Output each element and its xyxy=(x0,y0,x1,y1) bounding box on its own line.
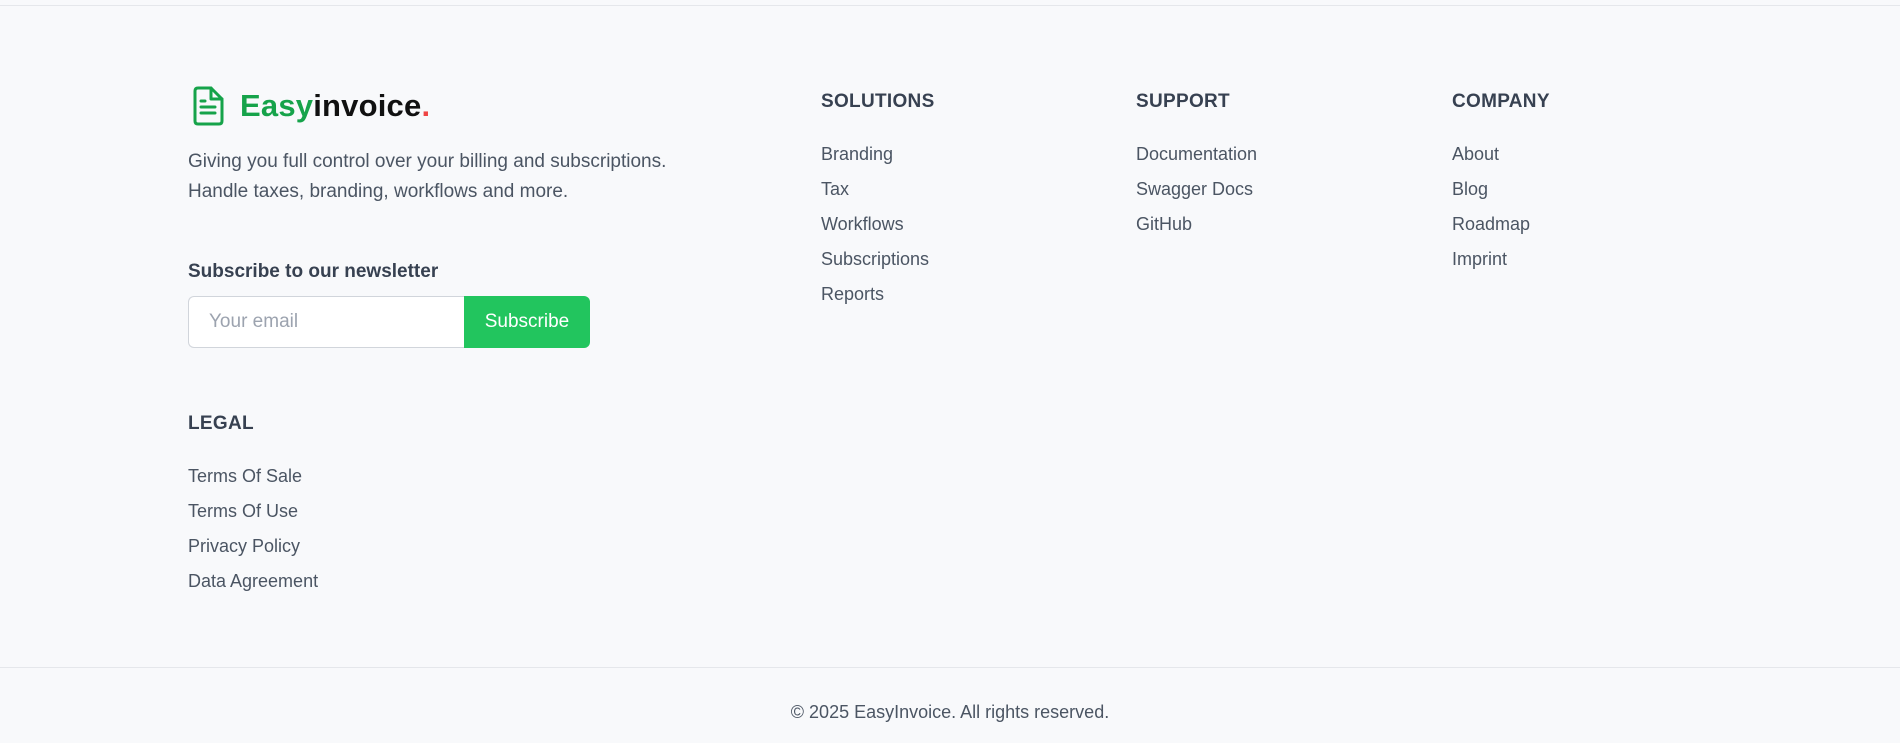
footer-link-imprint[interactable]: Imprint xyxy=(1452,242,1550,277)
footer-link-terms-of-use[interactable]: Terms Of Use xyxy=(188,494,318,529)
footer-link-about[interactable]: About xyxy=(1452,137,1550,172)
link-label[interactable]: Tax xyxy=(821,179,849,199)
footer-link-roadmap[interactable]: Roadmap xyxy=(1452,207,1550,242)
link-label[interactable]: Swagger Docs xyxy=(1136,179,1253,199)
brand-name-dot: . xyxy=(421,88,431,123)
link-label[interactable]: Imprint xyxy=(1452,249,1507,269)
newsletter-form: Subscribe xyxy=(188,296,590,348)
link-label[interactable]: Data Agreement xyxy=(188,571,318,591)
document-icon xyxy=(190,86,226,126)
solutions-column: SOLUTIONS Branding Tax Workflows Subscri… xyxy=(821,89,935,312)
link-label[interactable]: Workflows xyxy=(821,214,904,234)
support-links: Documentation Swagger Docs GitHub xyxy=(1136,137,1257,242)
link-label[interactable]: Blog xyxy=(1452,179,1488,199)
company-links: About Blog Roadmap Imprint xyxy=(1452,137,1550,277)
footer-link-github[interactable]: GitHub xyxy=(1136,207,1257,242)
link-label[interactable]: Terms Of Use xyxy=(188,501,298,521)
link-label[interactable]: Subscriptions xyxy=(821,249,929,269)
footer-link-swagger-docs[interactable]: Swagger Docs xyxy=(1136,172,1257,207)
solutions-heading: SOLUTIONS xyxy=(821,91,935,112)
support-heading: SUPPORT xyxy=(1136,91,1230,112)
legal-heading: LEGAL xyxy=(188,413,254,434)
brand-name-invoice: invoice xyxy=(313,88,422,123)
footer-link-documentation[interactable]: Documentation xyxy=(1136,137,1257,172)
footer-link-subscriptions[interactable]: Subscriptions xyxy=(821,242,935,277)
legal-column: LEGAL Terms Of Sale Terms Of Use Privacy… xyxy=(188,411,318,599)
footer-link-workflows[interactable]: Workflows xyxy=(821,207,935,242)
link-label[interactable]: About xyxy=(1452,144,1499,164)
footer-link-blog[interactable]: Blog xyxy=(1452,172,1550,207)
brand-name-easy: Easy xyxy=(240,88,314,123)
legal-links: Terms Of Sale Terms Of Use Privacy Polic… xyxy=(188,459,318,599)
link-label[interactable]: Privacy Policy xyxy=(188,536,300,556)
site-footer: Easyinvoice. Giving you full control ove… xyxy=(0,0,1900,743)
subscribe-button[interactable]: Subscribe xyxy=(464,296,590,348)
copyright-text: © 2025 EasyInvoice. All rights reserved. xyxy=(790,702,1110,722)
bottom-divider xyxy=(0,667,1900,668)
email-input[interactable] xyxy=(188,296,464,348)
footer-link-tax[interactable]: Tax xyxy=(821,172,935,207)
link-label[interactable]: GitHub xyxy=(1136,214,1192,234)
company-heading: COMPANY xyxy=(1452,91,1550,112)
footer-link-data-agreement[interactable]: Data Agreement xyxy=(188,564,318,599)
link-label[interactable]: Branding xyxy=(821,144,893,164)
top-divider xyxy=(0,5,1900,6)
solutions-links: Branding Tax Workflows Subscriptions Rep… xyxy=(821,137,935,312)
newsletter-title: Subscribe to our newsletter xyxy=(188,261,439,282)
link-label[interactable]: Reports xyxy=(821,284,884,304)
footer-link-terms-of-sale[interactable]: Terms Of Sale xyxy=(188,459,318,494)
brand-tagline: Giving you full control over your billin… xyxy=(188,151,667,202)
brand-name: Easyinvoice. xyxy=(240,86,430,126)
support-column: SUPPORT Documentation Swagger Docs GitHu… xyxy=(1136,89,1257,242)
link-label[interactable]: Documentation xyxy=(1136,144,1257,164)
link-label[interactable]: Roadmap xyxy=(1452,214,1530,234)
footer-link-privacy-policy[interactable]: Privacy Policy xyxy=(188,529,318,564)
footer-link-reports[interactable]: Reports xyxy=(821,277,935,312)
footer-link-branding[interactable]: Branding xyxy=(821,137,935,172)
brand-logo[interactable]: Easyinvoice. xyxy=(190,86,430,126)
company-column: COMPANY About Blog Roadmap Imprint xyxy=(1452,89,1550,277)
link-label[interactable]: Terms Of Sale xyxy=(188,466,302,486)
